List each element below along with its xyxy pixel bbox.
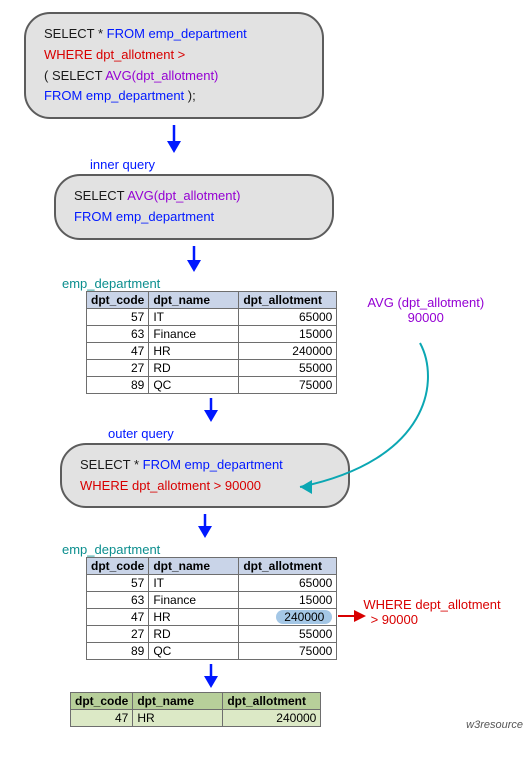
outer-query-full-box: SELECT * FROM emp_department WHERE dpt_a…: [24, 12, 324, 119]
cell: 63: [87, 592, 149, 609]
sql-text: SELECT *: [80, 457, 143, 472]
arrow-down-icon: [24, 123, 324, 153]
arrow-down-icon: [86, 396, 336, 422]
arrow-down-icon: [54, 244, 334, 272]
cell: 55000: [239, 359, 337, 376]
table-row: 47HR240000: [87, 342, 337, 359]
result-table: dpt_code dpt_name dpt_allotment 47 HR 24…: [70, 692, 321, 727]
outer-query-label: outer query: [108, 426, 521, 441]
sql-text: SELECT *: [44, 26, 107, 41]
cell: 47: [71, 710, 133, 727]
cell: 75000: [239, 643, 337, 660]
outer-query-resolved-box: SELECT * FROM emp_department WHERE dpt_a…: [60, 443, 350, 509]
highlighted-cell: 240000: [239, 609, 337, 626]
table-row: 27RD55000: [87, 359, 337, 376]
cell: HR: [149, 609, 239, 626]
cell: 65000: [239, 308, 337, 325]
cell: QC: [149, 643, 239, 660]
sql-text: WHERE dpt_allotment >: [80, 478, 225, 493]
col-header: dpt_code: [87, 558, 149, 575]
cell: 27: [87, 359, 149, 376]
arrow-down-icon: [86, 662, 336, 688]
table-row: 89QC75000: [87, 376, 337, 393]
table-row: 27RD55000: [87, 626, 337, 643]
cell: 55000: [239, 626, 337, 643]
arrow-right-icon: [336, 609, 366, 623]
sql-text: SELECT: [74, 188, 127, 203]
cell: Finance: [149, 592, 239, 609]
table-name-label: emp_department: [62, 276, 521, 291]
table-name-label: emp_department: [62, 542, 521, 557]
col-header: dpt_code: [71, 693, 133, 710]
cell: 47: [87, 342, 149, 359]
sql-text: WHERE dpt_allotment >: [44, 45, 304, 66]
sql-text: );: [184, 88, 196, 103]
table-row: 47 HR 240000: [71, 710, 321, 727]
cell: QC: [149, 376, 239, 393]
table-row: 57IT65000: [87, 308, 337, 325]
sql-substituted-value: 90000: [225, 478, 261, 493]
table-header-row: dpt_code dpt_name dpt_allotment: [87, 291, 337, 308]
cell: 63: [87, 325, 149, 342]
sql-text: AVG(dpt_allotment): [105, 68, 218, 83]
cell: 89: [87, 376, 149, 393]
inner-query-label: inner query: [90, 157, 521, 172]
cell: 15000: [239, 592, 337, 609]
sql-text: FROM emp_department: [74, 207, 314, 228]
table-row: 89QC75000: [87, 643, 337, 660]
cell: RD: [149, 626, 239, 643]
col-header: dpt_allotment: [223, 693, 321, 710]
cell: 57: [87, 308, 149, 325]
table-row: 47HR240000: [87, 609, 337, 626]
cell: 47: [87, 609, 149, 626]
footer-attribution: w3resource: [466, 719, 523, 731]
col-header: dpt_name: [149, 291, 239, 308]
avg-annotation: AVG (dpt_allotment): [367, 295, 484, 310]
sql-text: FROM emp_department: [143, 457, 283, 472]
cell: HR: [133, 710, 223, 727]
table-row: 63Finance15000: [87, 325, 337, 342]
cell: 75000: [239, 376, 337, 393]
col-header: dpt_allotment: [239, 291, 337, 308]
cell: 240000: [239, 342, 337, 359]
col-header: dpt_name: [133, 693, 223, 710]
table-header-row: dpt_code dpt_name dpt_allotment: [87, 558, 337, 575]
cell: RD: [149, 359, 239, 376]
where-note: WHERE dept_allotment: [363, 597, 500, 612]
where-note: > 90000: [363, 612, 500, 627]
cell: 27: [87, 626, 149, 643]
table-header-row: dpt_code dpt_name dpt_allotment: [71, 693, 321, 710]
sql-text: AVG(dpt_allotment): [127, 188, 240, 203]
emp-department-table-filtered: dpt_code dpt_name dpt_allotment 57IT6500…: [86, 557, 337, 660]
arrow-down-icon: [60, 512, 350, 538]
cell: 57: [87, 575, 149, 592]
cell: 89: [87, 643, 149, 660]
table-row: 57IT65000: [87, 575, 337, 592]
emp-department-table: dpt_code dpt_name dpt_allotment 57IT6500…: [86, 291, 337, 394]
cell: 65000: [239, 575, 337, 592]
sql-text: FROM emp_department: [44, 88, 184, 103]
cell: Finance: [149, 325, 239, 342]
avg-value: 90000: [367, 310, 484, 325]
sql-text: FROM emp_department: [107, 26, 247, 41]
cell: IT: [149, 308, 239, 325]
inner-query-box: SELECT AVG(dpt_allotment) FROM emp_depar…: [54, 174, 334, 240]
col-header: dpt_name: [149, 558, 239, 575]
cell: IT: [149, 575, 239, 592]
col-header: dpt_code: [87, 291, 149, 308]
cell: 240000: [223, 710, 321, 727]
table-row: 63Finance15000: [87, 592, 337, 609]
cell: HR: [149, 342, 239, 359]
col-header: dpt_allotment: [239, 558, 337, 575]
cell: 15000: [239, 325, 337, 342]
sql-text: ( SELECT: [44, 68, 105, 83]
